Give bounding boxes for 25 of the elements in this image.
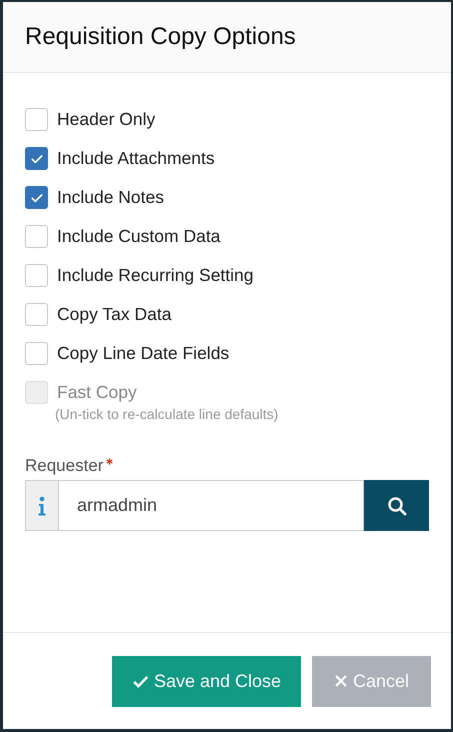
checkbox-label: Include Notes: [57, 187, 164, 208]
checkbox-label: Include Attachments: [57, 148, 215, 169]
checkbox[interactable]: [25, 108, 48, 131]
cancel-button[interactable]: Cancel: [312, 656, 431, 706]
search-button[interactable]: [364, 480, 429, 531]
checkbox[interactable]: [25, 225, 48, 248]
checkbox-label: Header Only: [57, 109, 156, 130]
checkbox[interactable]: [25, 186, 48, 209]
search-icon: [386, 496, 406, 516]
checkbox[interactable]: [25, 303, 48, 326]
save-button[interactable]: Save and Close: [112, 656, 301, 706]
checkbox-label: Include Custom Data: [57, 226, 220, 247]
hint-text: (Un-tick to re-calculate line defaults): [55, 406, 280, 422]
close-icon: [334, 674, 348, 688]
checkbox-label: Fast Copy: [57, 382, 137, 403]
info-icon: [38, 496, 46, 516]
checkbox[interactable]: [25, 342, 48, 365]
checkbox[interactable]: [25, 264, 48, 287]
checkbox-label: Include Recurring Setting: [57, 265, 254, 286]
checkbox[interactable]: [25, 147, 48, 170]
checkbox-label: Copy Tax Data: [57, 304, 172, 325]
field-label: Requester: [25, 456, 104, 476]
checkbox-label: Copy Line Date Fields: [57, 343, 230, 364]
requester-input[interactable]: armadmin: [58, 480, 364, 531]
dialog-title: Requisition Copy Options: [25, 23, 296, 51]
